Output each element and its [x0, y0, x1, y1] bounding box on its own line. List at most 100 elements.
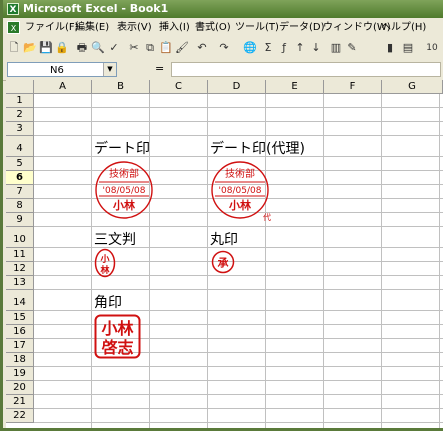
- row-header-9[interactable]: 9: [6, 213, 34, 227]
- zoom-box[interactable]: 10: [421, 41, 443, 55]
- row-header-5[interactable]: 5: [6, 157, 34, 171]
- row-header-22[interactable]: 22: [6, 409, 34, 423]
- gridline: [34, 366, 443, 367]
- cell-d10[interactable]: 丸印: [210, 229, 238, 249]
- row-header-17[interactable]: 17: [6, 339, 34, 353]
- column-header-b[interactable]: B: [92, 80, 150, 94]
- row-header-15[interactable]: 15: [6, 311, 34, 325]
- cell-b10[interactable]: 三文判: [94, 229, 136, 249]
- proxy-stamp-name: 小林: [228, 198, 251, 212]
- row-header-12[interactable]: 12: [6, 262, 34, 276]
- menu-help[interactable]: ヘルプ(H): [381, 18, 426, 38]
- drawing-icon[interactable]: ✎: [345, 41, 359, 55]
- cell-b4[interactable]: デート印: [94, 138, 150, 158]
- date-stamp-proxy[interactable]: 技術部 '08/05/08 小林 代: [211, 160, 279, 222]
- row-header-19[interactable]: 19: [6, 367, 34, 381]
- undo-icon[interactable]: ↶: [195, 41, 209, 55]
- row-header-20[interactable]: 20: [6, 381, 34, 395]
- maru-stamp[interactable]: 承: [211, 250, 237, 276]
- kaku-stamp[interactable]: 小林 啓志: [94, 314, 142, 360]
- gridline: [34, 394, 443, 395]
- row-header-8[interactable]: 8: [6, 199, 34, 213]
- cell-b14[interactable]: 角印: [94, 292, 122, 312]
- formula-input[interactable]: [171, 62, 441, 77]
- select-all-corner[interactable]: [6, 80, 34, 94]
- row-header-4[interactable]: 4: [6, 136, 34, 157]
- row-header-13[interactable]: 13: [6, 276, 34, 290]
- menu-view[interactable]: 表示(V): [117, 18, 152, 38]
- sanmon-line2: 林: [100, 264, 110, 276]
- format-painter-icon[interactable]: 🖌: [175, 41, 189, 55]
- copy-icon[interactable]: ⧉: [143, 41, 157, 55]
- date-stamp-dept: 技術部: [109, 167, 139, 180]
- gridline: [34, 289, 443, 290]
- proxy-stamp-date: '08/05/08: [219, 186, 262, 196]
- gridline: [34, 135, 443, 136]
- chart-icon[interactable]: ▮: [383, 41, 397, 55]
- menu-bar: X ファイル(F) 編集(E) 表示(V) 挿入(I) 書式(O) ツール(T)…: [3, 18, 443, 38]
- date-stamp-date: '08/05/08: [103, 186, 146, 196]
- date-stamp-name: 小林: [112, 198, 135, 212]
- excel-app-icon[interactable]: X: [7, 3, 19, 15]
- sort-descending-icon[interactable]: ↓: [309, 41, 323, 55]
- name-box[interactable]: N6 ▼: [7, 62, 117, 77]
- redo-icon[interactable]: ↷: [217, 41, 231, 55]
- title-bar[interactable]: X Microsoft Excel - Book1: [3, 0, 443, 18]
- row-header-1[interactable]: 1: [6, 94, 34, 108]
- column-header-e[interactable]: E: [266, 80, 324, 94]
- row-header-2[interactable]: 2: [6, 108, 34, 122]
- sort-ascending-icon[interactable]: ↑: [293, 41, 307, 55]
- hyperlink-icon[interactable]: 🌐: [243, 41, 257, 55]
- kaku-line1: 小林: [101, 319, 133, 338]
- row-header-6[interactable]: 6: [6, 171, 34, 185]
- row-header-3[interactable]: 3: [6, 122, 34, 136]
- function-icon[interactable]: ƒ: [277, 41, 291, 55]
- sanmon-stamp[interactable]: 小 林: [94, 248, 118, 280]
- date-stamp[interactable]: 技術部 '08/05/08 小林: [94, 160, 154, 220]
- column-header-g[interactable]: G: [382, 80, 443, 94]
- column-header-f[interactable]: F: [324, 80, 382, 94]
- row-header-7[interactable]: 7: [6, 185, 34, 199]
- cell-d4[interactable]: デート印(代理): [210, 138, 305, 158]
- spelling-icon[interactable]: ✓: [107, 41, 121, 55]
- print-preview-icon[interactable]: 🔍: [91, 41, 105, 55]
- new-icon[interactable]: 🗋: [7, 41, 21, 55]
- save-icon[interactable]: 💾: [39, 41, 53, 55]
- row-header-14[interactable]: 14: [6, 290, 34, 311]
- menu-file[interactable]: ファイル(F): [25, 18, 79, 38]
- standard-toolbar: 🗋 📂 💾 🔒 🖶 🔍 ✓ ✂ ⧉ 📋 🖌 ↶ ↷ 🌐 Σ ƒ ↑ ↓ ▥ ✎ …: [3, 38, 443, 61]
- window-title: Microsoft Excel - Book1: [23, 2, 169, 15]
- print-icon[interactable]: 🖶: [75, 41, 89, 55]
- sanmon-line1: 小: [99, 253, 109, 265]
- drawing-toolbar-icon[interactable]: ▤: [401, 41, 415, 55]
- menu-insert[interactable]: 挿入(I): [159, 18, 190, 38]
- chart-wizard-icon[interactable]: ▥: [329, 41, 343, 55]
- row-header-21[interactable]: 21: [6, 395, 34, 409]
- row-header-16[interactable]: 16: [6, 325, 34, 339]
- proxy-mark: 代: [263, 212, 271, 222]
- menu-data[interactable]: データ(D): [279, 18, 325, 38]
- autosum-icon[interactable]: Σ: [261, 41, 275, 55]
- gridline: [34, 121, 443, 122]
- gridline: [34, 422, 443, 423]
- column-header-a[interactable]: A: [34, 80, 92, 94]
- permission-icon[interactable]: 🔒: [55, 41, 69, 55]
- formula-bar: N6 ▼ =: [3, 60, 443, 81]
- menu-format[interactable]: 書式(O): [195, 18, 231, 38]
- row-header-11[interactable]: 11: [6, 248, 34, 262]
- row-header-10[interactable]: 10: [6, 227, 34, 248]
- cut-icon[interactable]: ✂: [127, 41, 141, 55]
- menu-edit[interactable]: 編集(E): [75, 18, 109, 38]
- worksheet-grid[interactable]: A B C D E F G 1 2 3 4 5 6 7 8 9 10 11 12…: [6, 80, 443, 428]
- proxy-stamp-dept: 技術部: [225, 167, 255, 180]
- name-box-dropdown-icon[interactable]: ▼: [103, 63, 116, 76]
- workbook-icon[interactable]: X: [7, 21, 20, 34]
- column-header-c[interactable]: C: [150, 80, 208, 94]
- gridline: [34, 107, 443, 108]
- formula-equals: =: [155, 62, 165, 75]
- row-header-18[interactable]: 18: [6, 353, 34, 367]
- column-header-d[interactable]: D: [208, 80, 266, 94]
- paste-icon[interactable]: 📋: [159, 41, 173, 55]
- menu-tools[interactable]: ツール(T): [235, 18, 279, 38]
- open-icon[interactable]: 📂: [23, 41, 37, 55]
